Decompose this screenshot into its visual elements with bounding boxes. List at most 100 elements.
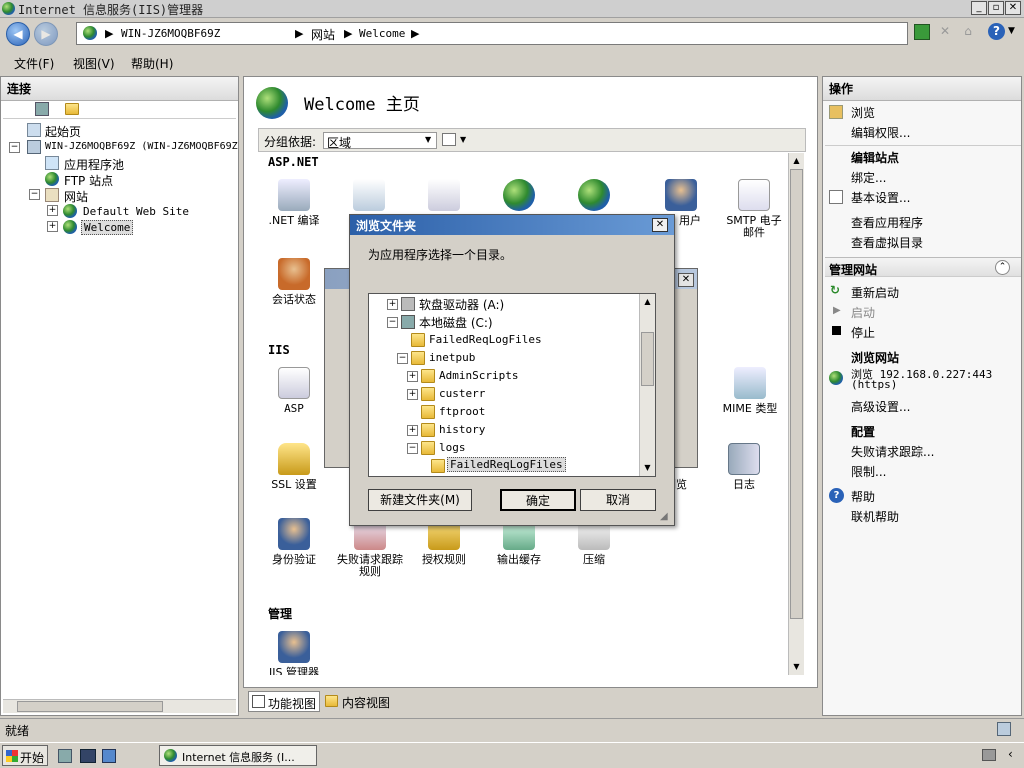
folder-item[interactable]: 软盘驱动器 (A:) <box>419 296 504 313</box>
tree-start-page[interactable]: 起始页 <box>45 123 81 140</box>
quick-launch-icon[interactable] <box>102 749 116 763</box>
tree-app-pools[interactable]: 应用程序池 <box>64 156 124 173</box>
action-online-help[interactable]: 联机帮助 <box>851 508 899 525</box>
feature-smtp[interactable]: SMTP 电子邮件 <box>724 179 784 239</box>
server-manager-icon[interactable] <box>58 749 72 763</box>
feature-ssl[interactable]: SSL 设置 <box>264 443 324 491</box>
breadcrumb-sites[interactable]: 网站 <box>311 26 335 43</box>
scroll-up-icon[interactable]: ▲ <box>640 294 655 309</box>
vertical-scrollbar[interactable]: ▲ ▼ <box>788 153 804 675</box>
action-help[interactable]: 帮助 <box>851 488 875 505</box>
edit-dialog-close-icon[interactable]: ✕ <box>678 273 694 287</box>
action-advanced[interactable]: 高级设置... <box>851 398 910 415</box>
collapse-icon[interactable]: − <box>407 443 418 454</box>
action-view-vdirs[interactable]: 查看虚拟目录 <box>851 234 923 251</box>
close-button[interactable]: ✕ <box>1005 1 1021 15</box>
collapse-icon[interactable]: − <box>9 142 20 153</box>
folder-item[interactable]: AdminScripts <box>439 369 518 382</box>
feature-iis-mgr[interactable]: IIS 管理器 <box>264 631 324 675</box>
folder-item[interactable]: ftproot <box>439 405 485 418</box>
action-browse[interactable]: 浏览 <box>851 104 875 121</box>
expand-icon[interactable]: + <box>387 299 398 310</box>
folder-item-selected[interactable]: FailedReqLogFiles <box>447 457 566 472</box>
folder-item[interactable]: FailedReqLogFiles <box>429 333 542 346</box>
folder-tree[interactable]: + 软盘驱动器 (A:) − 本地磁盘 (C:) FailedReqLogFil… <box>368 293 656 477</box>
scroll-down-icon[interactable]: ▼ <box>640 460 655 475</box>
stop-icon[interactable]: ✕ <box>937 24 953 40</box>
taskbar-item-iis[interactable]: Internet 信息服务 (I... <box>159 745 317 766</box>
ok-button[interactable]: 确定 <box>500 489 576 511</box>
folder-item[interactable]: inetpub <box>429 351 475 364</box>
tree-default-site[interactable]: Default Web Site <box>83 205 189 218</box>
save-icon[interactable] <box>35 102 49 116</box>
action-view-apps[interactable]: 查看应用程序 <box>851 214 923 231</box>
view-mode-dropdown-icon[interactable]: ▼ <box>460 135 466 144</box>
resize-grip-icon[interactable]: ◢ <box>660 511 668 522</box>
help-dropdown-icon[interactable]: ▼ <box>1008 26 1015 36</box>
scroll-thumb[interactable] <box>790 169 803 619</box>
feature-auth[interactable]: 身份验证 <box>264 518 324 566</box>
scroll-up-icon[interactable]: ▲ <box>789 153 804 168</box>
feature-logging[interactable]: 日志 <box>714 443 774 491</box>
folder-item[interactable]: history <box>439 423 485 436</box>
breadcrumb-site[interactable]: Welcome <box>359 27 405 40</box>
action-edit-perms[interactable]: 编辑权限... <box>851 124 910 141</box>
tree-server[interactable]: WIN-JZ6MOQBF69Z (WIN-JZ6MOQBF69Z <box>45 141 238 152</box>
action-bindings[interactable]: 绑定... <box>851 169 886 186</box>
collapse-section-icon[interactable]: ⌃ <box>995 260 1010 275</box>
action-stop[interactable]: 停止 <box>851 324 875 341</box>
restore-button[interactable]: ▫ <box>988 1 1004 15</box>
collapse-icon[interactable]: − <box>397 353 408 364</box>
tray-network-icon[interactable] <box>982 749 996 761</box>
scroll-thumb[interactable] <box>641 332 654 386</box>
scroll-down-icon[interactable]: ▼ <box>789 659 804 674</box>
expand-icon[interactable]: + <box>407 425 418 436</box>
home-icon[interactable]: ⌂ <box>960 24 976 40</box>
minimize-button[interactable]: _ <box>971 1 987 15</box>
feature-asp[interactable]: ASP <box>264 367 324 415</box>
feature-globe[interactable] <box>489 179 549 215</box>
breadcrumb-host[interactable]: WIN-JZ6MOQBF69Z <box>121 27 220 40</box>
expand-icon[interactable]: + <box>47 205 58 216</box>
forward-button[interactable]: ▶ <box>34 22 58 46</box>
back-button[interactable]: ◀ <box>6 22 30 46</box>
action-failed-tracing[interactable]: 失败请求跟踪... <box>851 443 934 460</box>
dialog-close-icon[interactable]: ✕ <box>652 218 668 232</box>
horizontal-scrollbar[interactable] <box>3 699 236 713</box>
collapse-icon[interactable]: − <box>29 189 40 200</box>
tree-scrollbar[interactable]: ▲ ▼ <box>639 294 655 476</box>
feature-providers[interactable] <box>414 179 474 215</box>
menu-help[interactable]: 帮助(H) <box>131 55 173 72</box>
help-icon[interactable]: ? <box>988 23 1005 40</box>
folder-item[interactable]: 本地磁盘 (C:) <box>419 314 493 331</box>
folder-item[interactable]: custerr <box>439 387 485 400</box>
new-folder-button[interactable]: 新建文件夹(M) <box>368 489 472 511</box>
action-restart[interactable]: 重新启动 <box>851 284 899 301</box>
browse-protocol[interactable]: (https) <box>851 378 897 391</box>
tab-features-view[interactable]: 功能视图 <box>248 691 320 712</box>
refresh-icon[interactable] <box>914 24 930 40</box>
address-bar[interactable]: ▶ WIN-JZ6MOQBF69Z ▶ 网站 ▶ Welcome ▶ <box>76 22 908 45</box>
action-basic-settings[interactable]: 基本设置... <box>851 189 910 206</box>
open-folder-icon[interactable] <box>65 103 79 115</box>
scroll-thumb[interactable] <box>17 701 163 712</box>
tray-expand-icon[interactable]: ‹ <box>1008 747 1013 761</box>
expand-icon[interactable]: + <box>47 221 58 232</box>
group-by-select[interactable]: 区域 ▼ <box>323 132 437 150</box>
expand-icon[interactable]: + <box>407 389 418 400</box>
tree-ftp[interactable]: FTP 站点 <box>64 172 113 189</box>
feature-mime[interactable]: MIME 类型 <box>714 367 786 415</box>
cancel-button[interactable]: 取消 <box>580 489 656 511</box>
feature-failed-req[interactable]: 失败请求跟踪规则 <box>334 518 406 578</box>
expand-icon[interactable]: + <box>407 371 418 382</box>
folder-item[interactable]: logs <box>439 441 466 454</box>
tree-welcome[interactable]: Welcome <box>81 220 134 235</box>
tab-content-view[interactable]: 内容视图 <box>323 691 395 712</box>
show-desktop-icon[interactable] <box>80 749 96 763</box>
tree-sites[interactable]: 网站 <box>64 188 88 205</box>
feature-net-compile[interactable]: .NET 编译 <box>264 179 324 227</box>
menu-file[interactable]: 文件(F) <box>14 55 54 72</box>
action-start[interactable]: 启动 <box>851 304 875 321</box>
collapse-icon[interactable]: − <box>387 317 398 328</box>
menu-view[interactable]: 视图(V) <box>73 55 115 72</box>
